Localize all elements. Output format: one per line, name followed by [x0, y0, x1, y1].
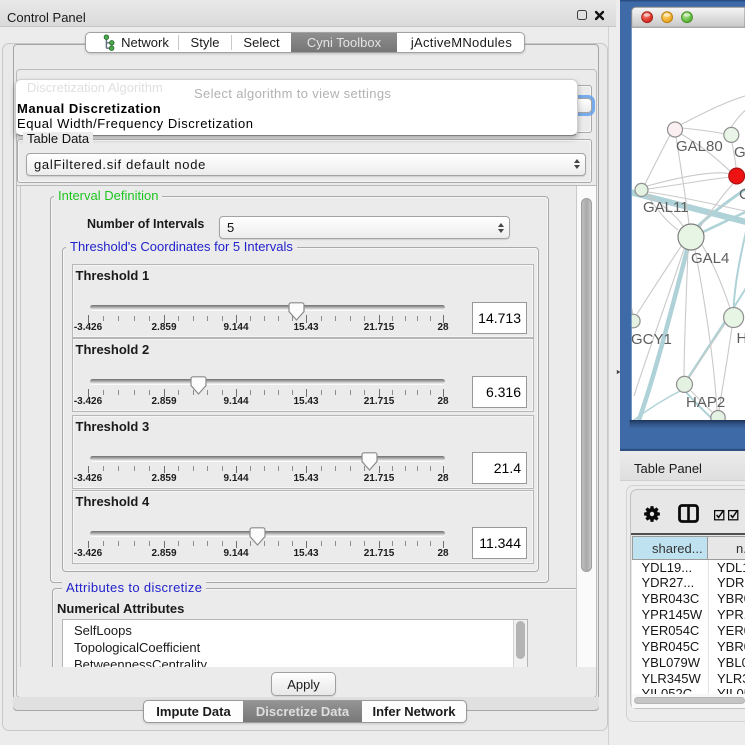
svg-text:GAL11: GAL11 — [643, 199, 689, 216]
svg-text:GAL4: GAL4 — [691, 250, 729, 267]
svg-text:GA: GA — [734, 144, 745, 161]
svg-text:HAP2: HAP2 — [686, 394, 725, 411]
svg-text:GCY1: GCY1 — [631, 331, 672, 348]
svg-text:GAL80: GAL80 — [676, 138, 723, 155]
svg-text:H: H — [737, 330, 745, 347]
svg-text:CY: CY — [739, 186, 745, 203]
